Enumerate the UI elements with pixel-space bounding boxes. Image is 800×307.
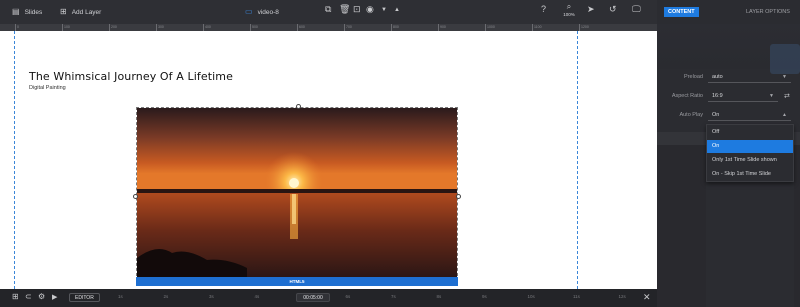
autoplay-option-skip-first[interactable]: On - Skip 1st Time Slide xyxy=(707,168,793,181)
panel-header: CONTENT LAYER OPTIONS xyxy=(657,0,800,24)
aspect-ratio-label: Aspect Ratio xyxy=(671,93,703,99)
play-icon[interactable]: ▶ xyxy=(52,294,57,301)
ruler-tick: 1000 xyxy=(485,24,495,31)
ruler-tick: 500 xyxy=(250,24,258,31)
video-layer[interactable] xyxy=(136,107,458,286)
preload-select[interactable]: auto ▼ xyxy=(708,71,791,83)
ruler-tick: 700 xyxy=(344,24,352,31)
ruler-tick: 1200 xyxy=(579,24,589,31)
ruler-tick: 1100 xyxy=(532,24,542,31)
ruler-tick: 0 xyxy=(15,24,19,31)
timeline-tick: 2s xyxy=(163,294,169,299)
visibility-icon[interactable]: ◉ xyxy=(366,5,374,14)
ruler-tick: 300 xyxy=(156,24,164,31)
resize-handle-top[interactable] xyxy=(296,104,301,109)
arrow-up-icon[interactable]: ▲ xyxy=(394,7,400,13)
timeline-tick: 1s xyxy=(118,294,123,299)
ruler-tick: 200 xyxy=(109,24,117,31)
slides-icon: ▤ xyxy=(12,7,20,16)
grid-icon[interactable]: ⊞ xyxy=(12,293,19,301)
timeline-tick: 7s xyxy=(391,294,396,299)
timeline-time[interactable]: 00:05:00 xyxy=(296,293,330,302)
panel-preview xyxy=(657,24,800,74)
add-layer-icon: ⊞ xyxy=(60,7,67,16)
arrow-down-icon[interactable]: ▼ xyxy=(381,7,387,13)
resize-handle-left[interactable] xyxy=(133,194,138,199)
timeline-tick: 10s xyxy=(527,294,535,299)
chevron-down-icon: ▼ xyxy=(782,74,787,80)
slider-editor: ▤ Slides ⊞ Add Layer ▭ video-8 ⧉ 🗑 ⊡ ◉ ▼… xyxy=(0,0,800,307)
timeline-tick: 3s xyxy=(209,294,214,299)
resize-handle-right[interactable] xyxy=(456,194,461,199)
ruler-tick: 900 xyxy=(438,24,446,31)
duplicate-icon[interactable]: ⧉ xyxy=(325,5,331,14)
layer-name: video-8 xyxy=(257,8,279,16)
slides-button[interactable]: ▤ Slides xyxy=(12,0,42,24)
lock-icon[interactable]: ⊡ xyxy=(353,5,361,14)
autoplay-option-first-time[interactable]: Only 1st Time Slide shown xyxy=(707,154,793,167)
timeline-tick: 4s xyxy=(254,294,260,299)
slides-label: Slides xyxy=(24,8,43,16)
autoplay-dropdown[interactable]: Off On Only 1st Time Slide shown On - Sk… xyxy=(706,124,794,182)
editor-button[interactable]: EDITOR xyxy=(69,293,100,302)
add-layer-button[interactable]: ⊞ Add Layer xyxy=(60,0,101,24)
preview-decoration xyxy=(770,44,800,74)
timeline-tick: 9s xyxy=(482,294,487,299)
add-layer-label: Add Layer xyxy=(71,8,102,16)
magnet-icon[interactable]: ⊂ xyxy=(25,293,32,301)
timeline-tick: 6s xyxy=(345,294,351,299)
timeline-tick: 8s xyxy=(436,294,442,299)
slide-subtitle[interactable]: Digital Painting xyxy=(29,85,66,91)
pointer-icon[interactable]: ➤ xyxy=(587,5,595,14)
video-layer-icon: ▭ xyxy=(245,7,253,16)
chevron-up-icon: ▲ xyxy=(782,112,787,118)
horizontal-ruler: 0 100 200 300 400 500 600 700 800 900 1000 1100 1200 xyxy=(0,24,657,31)
tab-content[interactable]: CONTENT xyxy=(664,7,699,17)
aspect-ratio-value: 16:9 xyxy=(712,93,723,99)
slide-canvas[interactable]: The Whimsical Journey Of A Lifetime Digi… xyxy=(0,31,657,289)
autoplay-option-on[interactable]: On xyxy=(707,140,793,153)
close-icon[interactable]: ✕ xyxy=(643,292,651,303)
preload-value: auto xyxy=(712,74,723,80)
help-icon[interactable]: ? xyxy=(541,5,546,14)
ruler-tick: 100 xyxy=(62,24,70,31)
autoplay-select[interactable]: On ▲ xyxy=(708,109,791,121)
tab-layer-options[interactable]: LAYER OPTIONS xyxy=(746,8,790,16)
zoom-control[interactable]: ⌕ 100% xyxy=(562,2,576,18)
zoom-icon: ⌕ xyxy=(566,2,572,11)
autoplay-option-off[interactable]: Off xyxy=(707,126,793,139)
preload-label: Preload xyxy=(684,74,703,80)
right-guide xyxy=(577,31,578,289)
desktop-view-icon[interactable]: 🖵 xyxy=(632,5,641,14)
timeline-tick: 12s xyxy=(618,294,626,299)
layer-panel: CONTENT LAYER OPTIONS Preload auto ▼ Asp… xyxy=(657,0,800,307)
autoplay-value: On xyxy=(712,112,720,118)
ruler-tick: 600 xyxy=(297,24,305,31)
timeline-bar: ⊞ ⊂ ⚙ ▶ EDITOR 1s2s3s4s5s6s7s8s9s10s11s1… xyxy=(0,289,657,307)
chevron-down-icon: ▼ xyxy=(769,93,774,99)
link-icon[interactable]: ⇄ xyxy=(784,92,790,100)
panel-lower-edge xyxy=(794,145,800,307)
undo-icon[interactable]: ↺ xyxy=(609,5,617,14)
layer-name-field[interactable]: ▭ video-8 xyxy=(245,0,279,24)
ruler-tick: 400 xyxy=(203,24,211,31)
delete-icon[interactable]: 🗑 xyxy=(339,5,350,14)
timeline-tick: 11s xyxy=(573,294,580,299)
ruler-tick: 800 xyxy=(391,24,399,31)
aspect-ratio-select[interactable]: 16:9 ▼ xyxy=(708,90,778,102)
left-guide xyxy=(14,31,15,289)
panel-lower-area xyxy=(657,145,706,307)
settings-icon[interactable]: ⚙ xyxy=(38,293,45,301)
sunset-video-thumbnail xyxy=(137,108,457,285)
top-toolbar: ▤ Slides ⊞ Add Layer ▭ video-8 ⧉ 🗑 ⊡ ◉ ▼… xyxy=(0,0,657,24)
autoplay-label: Auto Play xyxy=(679,112,703,118)
slide-title[interactable]: The Whimsical Journey Of A Lifetime xyxy=(29,70,233,83)
zoom-value: 100% xyxy=(563,12,575,17)
html5-badge: HTML5 xyxy=(136,277,458,286)
